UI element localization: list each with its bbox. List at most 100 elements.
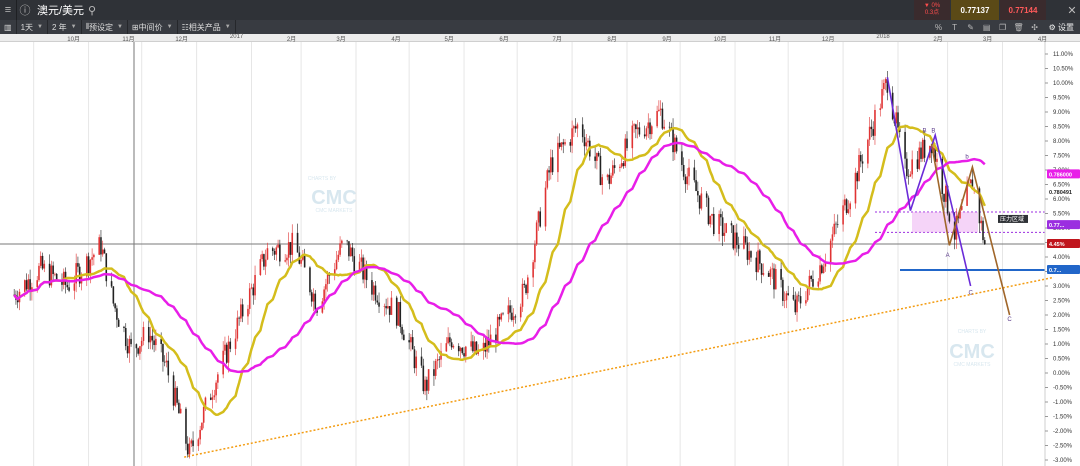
candle-body bbox=[661, 108, 664, 129]
close-icon[interactable]: ✕ bbox=[1064, 0, 1080, 20]
candle-body bbox=[544, 187, 547, 227]
watermark-bottom: CMC MARKETS bbox=[954, 362, 992, 368]
draw-tool-icon[interactable]: ✎ bbox=[963, 23, 979, 32]
candle-body bbox=[755, 257, 758, 273]
sell-price-button[interactable]: 0.77137 bbox=[951, 0, 999, 20]
price-type-select[interactable]: ⊞ 中间价 ▼ bbox=[128, 20, 178, 34]
candle-body bbox=[659, 108, 662, 110]
change-percent: ▼ 0% bbox=[923, 3, 941, 9]
candle-body bbox=[672, 127, 674, 153]
candle-body bbox=[284, 260, 286, 262]
moving-average-line bbox=[13, 141, 986, 374]
candle-body bbox=[403, 334, 405, 341]
candle-body bbox=[314, 293, 317, 310]
y-axis: 11.00% 10.50% 10.00% 9.50% 9.00% 8.50% 8.00% 7.… bbox=[1044, 42, 1080, 466]
y-tick-label: 7.50% bbox=[1053, 154, 1071, 160]
candle-body bbox=[309, 267, 311, 293]
search-icon[interactable]: ⚲ bbox=[84, 0, 100, 20]
y-tick-label: -1.00% bbox=[1053, 400, 1073, 406]
delete-icon[interactable]: 🗑 bbox=[1011, 23, 1027, 32]
wave-point-label: B bbox=[931, 128, 935, 134]
crosshair-icon[interactable]: ✣ bbox=[1027, 23, 1043, 32]
candle-body bbox=[287, 242, 290, 258]
candle-body bbox=[110, 281, 113, 287]
candle-body bbox=[622, 163, 625, 167]
horizontal-lines bbox=[0, 211, 1045, 272]
y-tick-label: 1.00% bbox=[1053, 342, 1071, 348]
candle-body bbox=[812, 279, 814, 287]
candle-body bbox=[273, 251, 276, 255]
candle-body bbox=[948, 213, 951, 222]
candle-body bbox=[649, 122, 651, 135]
y-tick-label: 10.50% bbox=[1053, 67, 1074, 73]
candle-body bbox=[760, 263, 763, 275]
candle-body bbox=[539, 211, 542, 227]
price-chart[interactable]: CHARTS BY CMC CMC MARKETS CHARTS BY CMC … bbox=[0, 42, 1080, 466]
candle-body bbox=[41, 255, 44, 269]
y-tick-label: 11.00% bbox=[1053, 52, 1074, 58]
info-icon[interactable]: ⓘ bbox=[17, 0, 33, 20]
buy-price-button[interactable]: 0.77144 bbox=[1000, 0, 1046, 20]
candle-body bbox=[296, 232, 299, 253]
timeframe-select[interactable]: 1天 ▼ bbox=[17, 20, 48, 34]
candle-body bbox=[452, 346, 455, 348]
candle-body bbox=[349, 247, 352, 257]
candle-body bbox=[463, 353, 465, 357]
candle-body bbox=[668, 126, 671, 128]
candle-body bbox=[188, 443, 191, 455]
candle-body bbox=[633, 124, 635, 126]
candle-body bbox=[638, 127, 641, 135]
candle-body bbox=[585, 142, 588, 147]
layers-icon[interactable]: ▤ bbox=[979, 23, 995, 32]
percent-icon[interactable]: % bbox=[931, 23, 947, 32]
candle-body bbox=[261, 254, 263, 260]
candle-body bbox=[420, 356, 423, 366]
related-products-select[interactable]: ☷ 相关产品 ▼ bbox=[178, 20, 236, 34]
watermark-top: CHARTS BY bbox=[958, 329, 987, 335]
copy-icon[interactable]: ❐ bbox=[995, 23, 1011, 32]
candle-body bbox=[870, 126, 873, 130]
candle-body bbox=[449, 337, 451, 343]
candle-body bbox=[514, 316, 517, 318]
candle-body bbox=[831, 234, 834, 241]
candle-body bbox=[688, 167, 690, 177]
panel-toggle[interactable]: ▥ bbox=[0, 20, 17, 34]
candle-body bbox=[325, 284, 327, 290]
candle-body bbox=[879, 108, 882, 110]
candle-body bbox=[507, 305, 510, 315]
candle-body bbox=[229, 341, 232, 349]
candle-body bbox=[436, 359, 439, 361]
candle-body bbox=[819, 265, 821, 282]
menu-icon[interactable]: ≡ bbox=[0, 0, 16, 20]
candle-body bbox=[921, 139, 924, 159]
wave-point-label: C bbox=[1007, 317, 1012, 323]
candle-body bbox=[372, 285, 375, 295]
candle-body bbox=[224, 344, 226, 351]
last-change-tag: 4.45% bbox=[1049, 242, 1065, 248]
candle-body bbox=[700, 193, 703, 209]
candle-body bbox=[794, 299, 797, 313]
candle-body bbox=[142, 327, 145, 341]
candle-body bbox=[647, 122, 650, 129]
range-select[interactable]: 2 年 ▼ bbox=[48, 20, 82, 34]
candle-body bbox=[980, 220, 983, 224]
candle-body bbox=[153, 340, 155, 346]
candle-body bbox=[686, 176, 689, 185]
candle-body bbox=[103, 249, 106, 254]
candle-body bbox=[936, 158, 938, 162]
candle-body bbox=[636, 127, 639, 130]
candle-body bbox=[867, 139, 869, 164]
window-titlebar: ≡ ⓘ 澳元/美元 ⚲ ▼ 0% 0.3点 0.77137 0.77144 ✕ bbox=[0, 0, 1080, 20]
candle-body bbox=[397, 301, 400, 326]
candle-body bbox=[548, 170, 550, 173]
candle-body bbox=[599, 155, 602, 185]
preset-select[interactable]: ⫴ 预设定 ▼ bbox=[82, 20, 128, 34]
text-tool-icon[interactable]: T bbox=[947, 23, 963, 32]
chart-window: ≡ ⓘ 澳元/美元 ⚲ ▼ 0% 0.3点 0.77137 0.77144 ✕ … bbox=[0, 0, 1080, 466]
candle-body bbox=[725, 223, 727, 233]
candle-body bbox=[263, 254, 265, 267]
candle-body bbox=[465, 346, 467, 357]
candle-body bbox=[881, 89, 883, 109]
settings-button[interactable]: ⚙ 设置 bbox=[1043, 22, 1080, 33]
candle-body bbox=[388, 306, 391, 315]
